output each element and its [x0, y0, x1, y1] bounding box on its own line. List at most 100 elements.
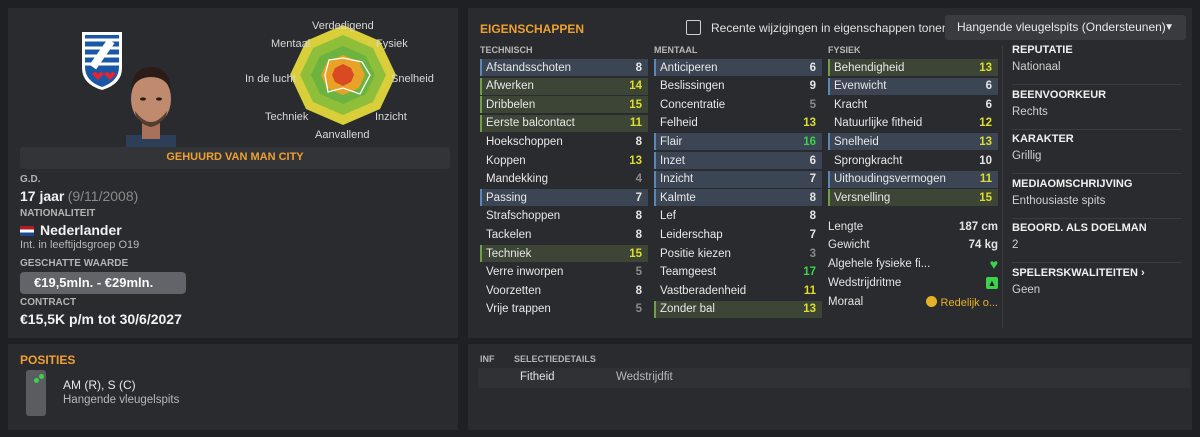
- attribute-row[interactable]: Techniek 15: [480, 245, 648, 262]
- sel-row[interactable]: Fitheid Wedstrijdfit: [478, 368, 1190, 388]
- attribute-row[interactable]: Hoekschoppen 8: [480, 133, 648, 150]
- attribute-name: Hoekschoppen: [486, 135, 563, 148]
- attribute-value: 8: [635, 284, 642, 297]
- length-value: 187 cm: [958, 221, 998, 233]
- attribute-row[interactable]: Positie kiezen 3: [654, 245, 822, 262]
- attribute-value: 11: [803, 284, 816, 297]
- attribute-name: Dribbelen: [486, 98, 536, 111]
- attribute-name: Teamgeest: [660, 266, 717, 279]
- youth-international: Int. in leeftijdsgroep O19: [20, 239, 140, 251]
- info-divider: [1012, 262, 1182, 263]
- morale-row[interactable]: Moraal Redelijk o...: [828, 292, 998, 312]
- attribute-row[interactable]: Versnelling 15: [828, 189, 998, 207]
- contract-label: CONTRACT: [20, 297, 77, 308]
- heart-icon: ♥: [989, 256, 998, 272]
- attribute-row[interactable]: Felheid 13: [654, 115, 822, 132]
- attribute-row[interactable]: Anticiperen 6: [654, 59, 822, 76]
- info-block[interactable]: SPELERSKWALITEITEN › Geen: [1012, 267, 1188, 296]
- radar-label-techniek: Techniek: [265, 111, 309, 123]
- attribute-row[interactable]: Lef 8: [654, 208, 822, 225]
- attribute-row[interactable]: Teamgeest 17: [654, 264, 822, 281]
- position-codes: AM (R), S (C): [63, 378, 136, 392]
- radar-label-aanvallend: Aanvallend: [315, 129, 370, 141]
- player-face: [126, 67, 176, 155]
- attribute-row[interactable]: Afstandsschoten 8: [480, 59, 648, 76]
- attribute-value: 8: [635, 135, 642, 148]
- attribute-value: 14: [629, 80, 642, 93]
- dob-label: G.D.: [20, 174, 41, 185]
- attribute-row[interactable]: Behendigheid 13: [828, 59, 998, 76]
- position-role: Hangende vleugelspits: [63, 394, 180, 406]
- attribute-row[interactable]: Verre inworpen 5: [480, 264, 648, 281]
- attribute-row[interactable]: Flair 16: [654, 133, 822, 151]
- attribute-value: 11: [629, 117, 642, 130]
- info-heading: BEOORD. ALS DOELMAN: [1012, 222, 1147, 234]
- morale-icon: [925, 295, 937, 307]
- attributes-panel: EIGENSCHAPPEN Recente wijzigingen in eig…: [468, 8, 1192, 338]
- attribute-row[interactable]: Kracht 6: [828, 96, 998, 113]
- attributes-title: EIGENSCHAPPEN: [480, 22, 585, 36]
- attribute-row[interactable]: Vastberadenheid 11: [654, 282, 822, 299]
- attribute-row[interactable]: Evenwicht 6: [828, 77, 998, 95]
- radar-label-inzicht: Inzicht: [375, 111, 407, 123]
- attribute-row[interactable]: Concentratie 5: [654, 96, 822, 113]
- attribute-row[interactable]: Vrije trappen 5: [480, 301, 648, 318]
- attribute-row[interactable]: Koppen 13: [480, 152, 648, 169]
- attribute-name: Eerste balcontact: [486, 117, 575, 130]
- attribute-row[interactable]: Mandekking 4: [480, 171, 648, 188]
- column-header: FYSIEK: [828, 45, 861, 55]
- attribute-row[interactable]: Eerste balcontact 11: [480, 114, 648, 132]
- weight-value: 74 kg: [968, 239, 998, 251]
- club-logo[interactable]: [80, 30, 124, 92]
- attribute-name: Behendigheid: [834, 61, 905, 74]
- role-select[interactable]: Hangende vleugelspits (Ondersteunen) ▼: [945, 15, 1186, 40]
- attribute-name: Leiderschap: [660, 228, 723, 241]
- weight-row: Gewicht 74 kg: [828, 235, 998, 255]
- attribute-value: 15: [629, 247, 642, 260]
- radar-label-verdedigend: Verdedigend: [312, 20, 374, 32]
- attribute-row[interactable]: Zonder bal 13: [654, 300, 822, 318]
- attribute-row[interactable]: Natuurlijke fitheid 12: [828, 115, 998, 132]
- info-text: 2: [1012, 239, 1019, 251]
- attribute-row[interactable]: Leiderschap 7: [654, 226, 822, 243]
- attribute-row[interactable]: Sprongkracht 10: [828, 152, 998, 169]
- attribute-row[interactable]: Strafschoppen 8: [480, 208, 648, 225]
- length-row: Lengte 187 cm: [828, 217, 998, 237]
- estimated-value-pill[interactable]: €19,5mln. - €29mln.: [20, 272, 186, 294]
- info-text: Rechts: [1012, 105, 1048, 118]
- attribute-value: 6: [809, 61, 816, 74]
- attribute-row[interactable]: Tackelen 8: [480, 226, 648, 243]
- age-value: 17 jaar: [20, 188, 65, 204]
- attribute-value: 8: [809, 210, 816, 223]
- attribute-row[interactable]: Voorzetten 8: [480, 282, 648, 299]
- attribute-name: Uithoudingsvermogen: [834, 173, 946, 186]
- fitness-label: Algehele fysieke fi...: [828, 258, 931, 270]
- attribute-name: Evenwicht: [834, 80, 887, 93]
- position-dot-amr: [39, 374, 44, 379]
- info-divider: [1012, 217, 1182, 219]
- attribute-row[interactable]: Kalmte 8: [654, 189, 822, 207]
- nationality-row[interactable]: Nederlander: [20, 222, 122, 238]
- attribute-row[interactable]: Inzicht 7: [654, 170, 822, 188]
- info-text: Geen: [1012, 283, 1041, 296]
- attribute-row[interactable]: Beslissingen 9: [654, 78, 822, 95]
- fitness-row[interactable]: Algehele fysieke fi... ♥: [828, 254, 998, 274]
- attribute-value: 4: [635, 173, 642, 186]
- attribute-row[interactable]: Snelheid 13: [828, 133, 998, 151]
- show-recent-changes-checkbox[interactable]: [686, 20, 701, 35]
- position-pitch-icon[interactable]: [26, 370, 46, 416]
- attribute-value: 9: [809, 80, 816, 93]
- match-sharpness-row[interactable]: Wedstrijdritme ▲: [828, 273, 998, 293]
- attribute-value: 13: [803, 117, 816, 130]
- attribute-row[interactable]: Passing 7: [480, 189, 648, 207]
- attribute-row[interactable]: Uithoudingsvermogen 11: [828, 170, 998, 188]
- divider: [1002, 46, 1003, 328]
- show-recent-changes-label[interactable]: Recente wijzigingen in eigenschappen ton…: [711, 21, 949, 35]
- attribute-row[interactable]: Afwerken 14: [480, 77, 648, 95]
- attribute-name: Vrije trappen: [486, 303, 551, 316]
- attribute-row[interactable]: Dribbelen 15: [480, 96, 648, 114]
- attribute-row[interactable]: Inzet 6: [654, 152, 822, 169]
- attribute-value: 6: [985, 98, 992, 111]
- attribute-value: 12: [979, 117, 992, 130]
- attribute-value: 7: [809, 228, 816, 241]
